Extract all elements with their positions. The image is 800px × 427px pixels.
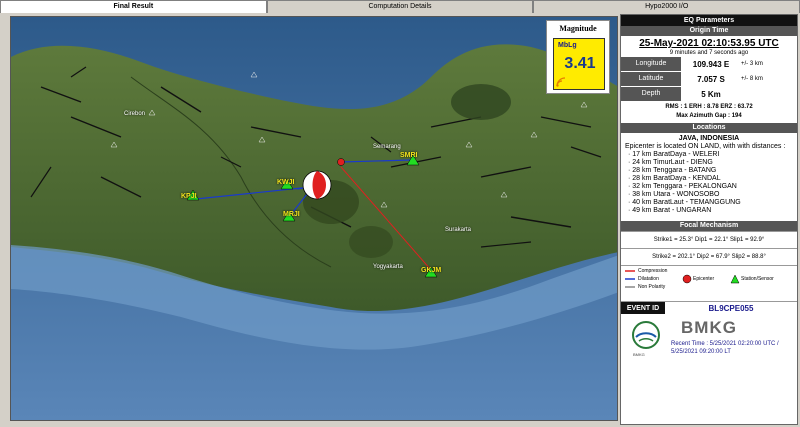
origin-time-label: Origin Time (621, 26, 797, 36)
magnitude-value: 3.41 (564, 55, 596, 72)
legend-non-polarity: Non Polarity (638, 284, 666, 290)
bmkg-logo-text: BMKG (633, 352, 645, 357)
magnitude-title: Magnitude (559, 24, 597, 33)
distance-item: · 49 km Barat - UNGARAN (628, 207, 712, 214)
epicenter-description: Epicenter is located ON LAND, with with … (621, 143, 797, 215)
distance-item: · 28 km BaratDaya - KENDAL (628, 175, 721, 182)
station-label-kpji: KPJI (181, 193, 197, 200)
region-name: JAVA, INDONESIA (678, 135, 740, 142)
map-legend: Compression Dilatation Non Polarity Epic… (621, 265, 797, 301)
event-id-row: EVENT ID BL9CPE055 (621, 301, 797, 314)
time-ago: 9 minutes and 7 seconds ago (669, 50, 749, 56)
latitude-label: Latitude (621, 72, 681, 86)
distance-item: · 32 km Tenggara - PEKALONGAN (628, 183, 737, 190)
latitude-value: 7.057 S (697, 74, 725, 84)
legend-dilatation: Dilatation (638, 276, 659, 282)
longitude-row: Longitude 109.943 E +/- 3 km (621, 57, 797, 71)
map-canvas (11, 17, 617, 420)
seismic-map[interactable]: Cirebon Semarang Surakarta Yogyakarta KP… (10, 16, 618, 421)
recent-time-line-2: 5/25/2021 09:20:00 LT (671, 349, 731, 355)
place-label-semarang: Semarang (373, 144, 401, 150)
event-id-value: BL9CPE055 (708, 304, 754, 313)
recent-time: Recent Time : 5/25/2021 02:20:00 UTC / 5… (671, 340, 779, 356)
longitude-label: Longitude (621, 57, 681, 71)
eq-parameters-panel: EQ Parameters Origin Time 25-May-2021 02… (620, 14, 798, 425)
recent-time-line-1: Recent Time : 5/25/2021 02:20:00 UTC / (671, 341, 779, 347)
legend-station: Station/Sensor (741, 276, 774, 282)
station-label-gkjm: GKJM (421, 267, 442, 274)
origin-time-value: 25-May-2021 02:10:53.95 UTC (639, 38, 779, 49)
magnitude-type: MbLg (558, 42, 577, 49)
event-id-label: EVENT ID (621, 302, 665, 314)
depth-value: 5 Km (701, 89, 721, 99)
depth-label: Depth (621, 87, 681, 101)
longitude-value: 109.943 E (692, 59, 730, 69)
bmkg-footer: BMKG BMKG Recent Time : 5/25/2021 02:20:… (621, 314, 797, 360)
station-label-kwji: KWJI (277, 179, 295, 186)
station-label-mrji: MRJI (283, 211, 300, 218)
focal-mechanism-label: Focal Mechanism (621, 221, 797, 231)
error-stats: RMS : 1 ERH : 8.78 ERZ : 63.72 Max Azimu… (621, 103, 797, 121)
place-label-surakarta: Surakarta (445, 227, 472, 233)
depth-row: Depth 5 Km (621, 87, 797, 101)
magnitude-value-box: MbLg 3.41 (553, 38, 605, 90)
seismic-wave-icon (556, 77, 566, 87)
distance-list: · 17 km BaratDaya - WELERI · 24 km Timur… (625, 151, 797, 215)
place-label-cirebon: Cirebon (124, 111, 146, 117)
tab-bar: Final Result Computation Details Hypo200… (0, 0, 800, 13)
latitude-uncertainty: +/- 8 km (741, 76, 763, 82)
distance-item: · 38 km Utara - WONOSOBO (628, 191, 720, 198)
focal-line-1: Strike1 = 25.3° Dip1 = 22.1° Slip1 = 92.… (621, 231, 797, 248)
distance-item: · 28 km Tenggara - BATANG (628, 167, 717, 174)
locations-label: Locations (621, 123, 797, 133)
focal-mechanism-beachball (302, 170, 332, 200)
distance-item: · 40 km BaratLaut - TEMANGGUNG (628, 199, 741, 206)
magnitude-box: Magnitude MbLg 3.41 (546, 20, 610, 94)
place-label-yogyakarta: Yogyakarta (373, 264, 403, 270)
bmkg-logo-icon (632, 321, 660, 349)
epicenter-text: Epicenter is located ON LAND, with with … (625, 143, 786, 150)
tab-hypo2000-io[interactable]: Hypo2000 I/O (533, 0, 800, 13)
legend-compression: Compression (638, 268, 668, 274)
station-label-smri: SMRI (400, 152, 418, 159)
latitude-row: Latitude 7.057 S +/- 8 km (621, 72, 797, 86)
stats-line-2: Max Azimuth Gap : 194 (676, 113, 742, 119)
stats-line-1: RMS : 1 ERH : 8.78 ERZ : 63.72 (665, 104, 753, 110)
legend-epicenter: Epicenter (693, 276, 715, 282)
tab-final-result[interactable]: Final Result (0, 0, 267, 13)
tab-computation-details[interactable]: Computation Details (266, 0, 534, 13)
bmkg-brand: BMKG (681, 318, 737, 337)
distance-item: · 24 km TimurLaut - DIENG (628, 159, 713, 166)
longitude-uncertainty: +/- 3 km (741, 61, 763, 67)
eq-parameters-title: EQ Parameters (621, 15, 797, 26)
epicenter-marker (337, 158, 345, 166)
focal-line-2: Strike2 = 202.1° Dip2 = 67.9° Slip2 = 88… (621, 248, 797, 265)
distance-item: · 17 km BaratDaya - WELERI (628, 151, 720, 158)
